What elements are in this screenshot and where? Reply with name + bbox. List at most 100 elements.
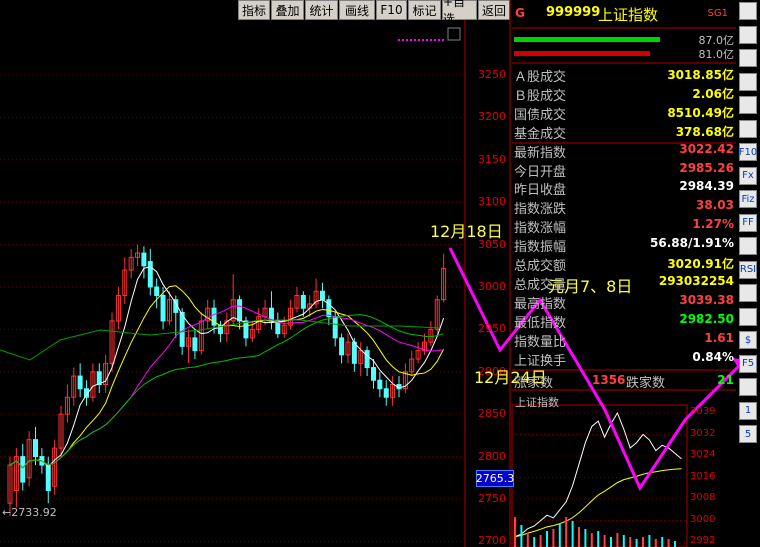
globe-icon[interactable] <box>739 378 757 396</box>
table-icon[interactable] <box>739 72 757 91</box>
ma5-line <box>9 266 445 469</box>
candle-body <box>77 375 83 390</box>
info-row: 基金成交 378.68亿 <box>514 123 734 142</box>
info-row-value: 378.68亿 <box>675 124 734 139</box>
mini-axis-label: 3000 <box>690 513 716 525</box>
info-row-value: 2.06亿 <box>692 86 734 101</box>
analysis-icon[interactable] <box>739 96 757 114</box>
move-icon[interactable] <box>739 284 757 302</box>
info-row-value: 38.03 <box>696 198 734 213</box>
ff-icon[interactable]: FF <box>739 213 757 232</box>
info-row: 国债成交 8510.49亿 <box>514 104 734 123</box>
pencil-icon[interactable] <box>739 307 757 326</box>
mini-axis-label: 3039 <box>690 406 716 417</box>
info-row: 指数振幅 56.88/1.91% <box>514 236 734 255</box>
candle-body <box>147 261 153 288</box>
candle-body <box>33 439 39 458</box>
info-row-value: 3020.91亿 <box>667 257 734 271</box>
mini-axis-label: 3008 <box>690 492 716 503</box>
info-row-label: 指数涨幅 <box>514 221 567 237</box>
info-row-value: 1.27% <box>692 217 734 232</box>
header-name: 上证指数 <box>598 6 659 24</box>
candle-body <box>154 286 160 296</box>
header-g-label: G <box>515 6 525 20</box>
fx-icon[interactable]: Fx <box>739 166 757 185</box>
info-row-value: 0.84% <box>692 349 734 364</box>
mini-chart-title: 上证指数 <box>515 396 559 409</box>
info-row-label: Ａ股成交 <box>514 70 567 85</box>
candle-body <box>20 456 26 483</box>
info-row-label: 指数量比 <box>514 334 567 350</box>
info-row-label: Ｂ股成交 <box>514 88 567 104</box>
bars-icon[interactable] <box>739 237 757 255</box>
info-row: 最新指数 3022.42 <box>514 142 734 161</box>
candle-body <box>160 294 166 322</box>
candle-body <box>370 367 376 381</box>
info-row-label: 国债成交 <box>514 107 567 123</box>
mini-axis-label: 2992 <box>690 535 716 546</box>
candle-body <box>339 337 345 356</box>
info-row: 指数涨幅 1.27% <box>514 217 734 237</box>
info-row-label: 总成交额 <box>514 259 567 274</box>
info-row-label: 昨日收盘 <box>514 183 567 199</box>
candle-body <box>377 379 383 390</box>
candle-body <box>319 290 325 301</box>
info-row: 总成交量 293032254 <box>514 273 734 293</box>
info-row: Ｂ股成交 2.06亿 <box>514 85 734 104</box>
down-arrow-icon[interactable] <box>739 25 757 44</box>
candle-icon[interactable] <box>739 119 757 138</box>
info-row-value: 293032254 <box>658 273 734 288</box>
fiz-icon[interactable]: Fiz <box>739 190 757 208</box>
five-icon[interactable]: 5 <box>739 425 757 443</box>
info-row: 指数量比 1.61 <box>514 330 734 350</box>
one-icon[interactable]: 1 <box>739 401 757 420</box>
info-row: 今日开盘 2985.26 <box>514 161 734 180</box>
info-row-value: 56.88/1.91% <box>650 236 734 251</box>
info-row: 最低指数 2982.50 <box>514 311 734 331</box>
info-row-value: 8510.49亿 <box>667 105 734 120</box>
info-row-value: 2982.50 <box>679 311 734 326</box>
money-icon[interactable]: $ <box>739 331 757 349</box>
candle-body <box>45 464 51 492</box>
info-row-label: 最低指数 <box>514 315 567 331</box>
candle-body <box>364 350 370 369</box>
info-row-label: 最高指数 <box>514 296 567 312</box>
mini-axis-label: 3024 <box>690 449 716 460</box>
up-count: 1356 <box>592 373 626 387</box>
up-arrow-icon[interactable] <box>739 2 757 20</box>
legend-box <box>447 27 461 41</box>
candle-body <box>243 320 249 339</box>
sell-volume-bar <box>514 51 650 56</box>
candle-body <box>141 252 147 267</box>
mini-avg-line <box>514 468 682 538</box>
info-row: 总成交额 3020.91亿 <box>514 255 734 274</box>
info-row-label: 指数涨跌 <box>514 202 567 218</box>
updown-row: 涨家数 1356 跌家数 21 <box>512 372 736 391</box>
info-row-label: 今日开盘 <box>514 164 567 180</box>
down-count: 21 <box>717 373 734 387</box>
info-row: 指数涨跌 38.03 <box>514 198 734 218</box>
header-tag: SG1 <box>707 8 728 19</box>
chart-icon[interactable] <box>739 49 757 67</box>
info-row-label: 基金成交 <box>514 126 567 142</box>
rsi-icon[interactable]: RSI <box>739 260 757 279</box>
info-row-label: 最新指数 <box>514 145 567 161</box>
info-row: Ａ股成交 3018.85亿 <box>514 66 734 85</box>
f10-icon[interactable]: F10 <box>739 143 757 161</box>
annotation-dec18: 12月18日 <box>430 222 503 241</box>
candle-body <box>351 341 357 364</box>
candle-body <box>332 316 338 339</box>
info-row-value: 2984.39 <box>679 179 734 194</box>
current-price-marker: 2765.3 <box>475 470 515 487</box>
f5-icon[interactable]: F5 <box>739 354 757 373</box>
header-code: 999999 <box>546 5 601 20</box>
info-row: 昨日收盘 2984.39 <box>514 179 734 199</box>
mini-chart-frame <box>511 404 688 547</box>
info-header: G 999999 上证指数 SG1 <box>512 2 736 26</box>
up-label: 涨家数 <box>514 376 554 391</box>
candle-body <box>237 299 243 322</box>
mini-axis-label: 3016 <box>690 470 716 482</box>
info-row: 上证换手 0.84% <box>514 349 734 369</box>
info-row-value: 1.61 <box>704 330 734 345</box>
down-label: 跌家数 <box>626 376 666 391</box>
